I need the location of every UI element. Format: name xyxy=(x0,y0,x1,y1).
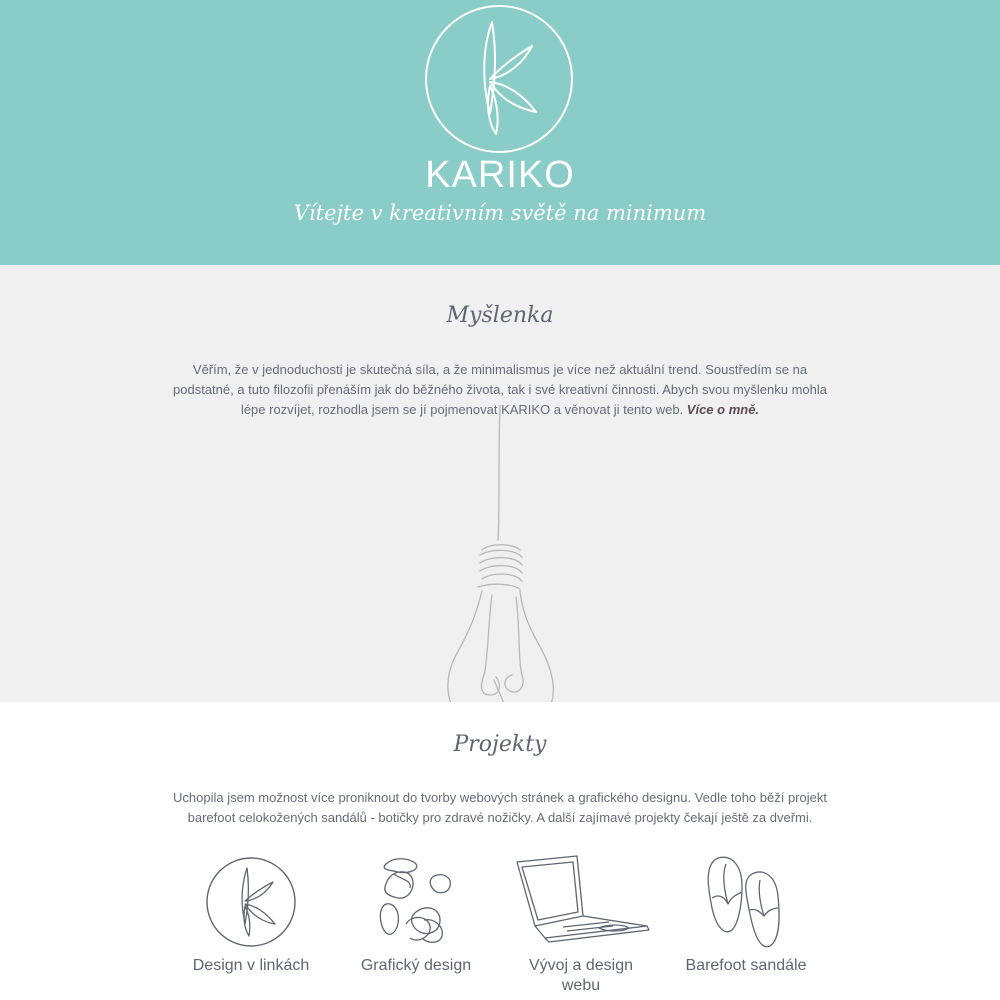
project-graphic-design[interactable]: Grafický design xyxy=(346,854,486,976)
idea-section: Myšlenka Věřím, že v jednoduchosti je sk… xyxy=(0,265,1000,705)
project-label: Barefoot sandále xyxy=(685,957,807,974)
projects-section: Projekty Uchopila jsem možnost více pron… xyxy=(0,702,1000,1000)
project-label: Grafický design xyxy=(360,957,472,974)
sandals-icon xyxy=(707,856,780,948)
brand-name: KARIKO xyxy=(425,154,575,196)
project-label: Design v linkách xyxy=(192,957,310,974)
projects-text: Uchopila jsem možnost více proniknout do… xyxy=(173,790,827,825)
about-me-link[interactable]: Více o mně. xyxy=(687,402,759,417)
project-label: Vývoj a design webu xyxy=(528,957,634,994)
project-web-development[interactable]: Vývoj a design webu xyxy=(511,854,651,996)
project-barefoot-sandals[interactable]: Barefoot sandále xyxy=(676,854,816,976)
laptop-icon xyxy=(516,855,650,943)
kariko-logo-icon[interactable] xyxy=(424,4,574,154)
shapes-icon xyxy=(379,858,451,943)
project-design-lines[interactable]: Design v linkách xyxy=(181,854,321,976)
lightbulb-icon xyxy=(447,405,554,705)
hero-header: KARIKO Vítejte v kreativním světě na min… xyxy=(0,0,1000,265)
hero-tagline: Vítejte v kreativním světě na minimum xyxy=(293,201,707,225)
idea-title: Myšlenka xyxy=(446,303,554,328)
projects-title: Projekty xyxy=(453,732,547,757)
kariko-logo-icon xyxy=(206,857,296,947)
